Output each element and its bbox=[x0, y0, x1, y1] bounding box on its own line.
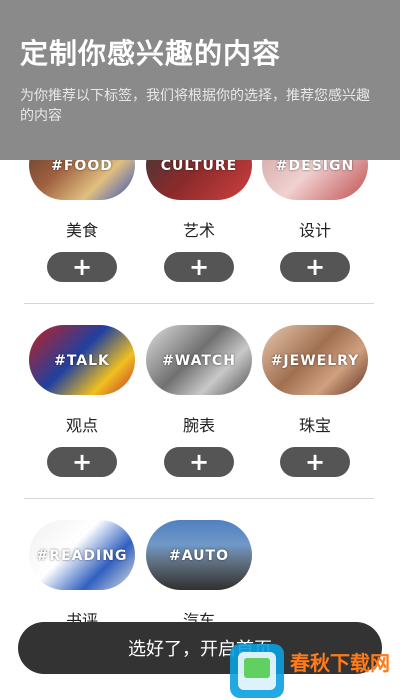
add-watch-button[interactable]: + bbox=[164, 447, 234, 477]
tile-auto[interactable]: #AUTO bbox=[146, 520, 252, 590]
tile-tag: #JEWELRY bbox=[270, 353, 360, 369]
add-talk-button[interactable]: + bbox=[47, 447, 117, 477]
plus-icon: + bbox=[71, 253, 93, 281]
watermark-logo: 春秋下载网 www.cdgthk.com bbox=[230, 644, 393, 698]
tile-tag: #WATCH bbox=[162, 353, 236, 369]
category-label: 珠宝 bbox=[298, 416, 331, 435]
category-label: 观点 bbox=[65, 416, 98, 435]
category-label: 腕表 bbox=[182, 416, 215, 435]
svg-text:www.cdgthk.com: www.cdgthk.com bbox=[290, 681, 393, 695]
plus-icon: + bbox=[188, 448, 210, 476]
tile-tag: #TALK bbox=[54, 353, 110, 369]
category-label: 设计 bbox=[298, 221, 331, 240]
page-title: 定制你感兴趣的内容 bbox=[20, 37, 282, 70]
add-design-button[interactable]: + bbox=[280, 252, 350, 282]
plus-icon: + bbox=[188, 253, 210, 281]
tile-watch[interactable]: #WATCH bbox=[146, 325, 252, 395]
add-food-button[interactable]: + bbox=[47, 252, 117, 282]
tile-talk[interactable]: #TALK bbox=[29, 325, 135, 395]
add-culture-button[interactable]: + bbox=[164, 252, 234, 282]
add-jewelry-button[interactable]: + bbox=[280, 447, 350, 477]
category-label: 艺术 bbox=[182, 221, 215, 240]
divider bbox=[24, 498, 374, 499]
page-subtitle: 为你推荐以下标签，我们将根据你的选择，推荐您感兴趣的内容 bbox=[20, 88, 370, 124]
plus-icon: + bbox=[71, 448, 93, 476]
svg-text:春秋下载网: 春秋下载网 bbox=[289, 651, 390, 675]
tile-tag: #DESIGN bbox=[275, 158, 355, 174]
tile-tag: #FOOD bbox=[51, 158, 113, 174]
plus-icon: + bbox=[304, 253, 326, 281]
tile-jewelry[interactable]: #JEWELRY bbox=[262, 325, 368, 395]
header-overlay: 定制你感兴趣的内容 为你推荐以下标签，我们将根据你的选择，推荐您感兴趣的内容 bbox=[0, 0, 400, 160]
tile-tag: #READING bbox=[36, 548, 128, 564]
plus-icon: + bbox=[304, 448, 326, 476]
tile-reading[interactable]: #READING bbox=[29, 520, 135, 590]
category-label: 美食 bbox=[65, 221, 98, 240]
divider bbox=[24, 303, 374, 304]
tile-tag: CULTURE bbox=[160, 158, 238, 174]
tile-tag: #AUTO bbox=[169, 548, 229, 564]
